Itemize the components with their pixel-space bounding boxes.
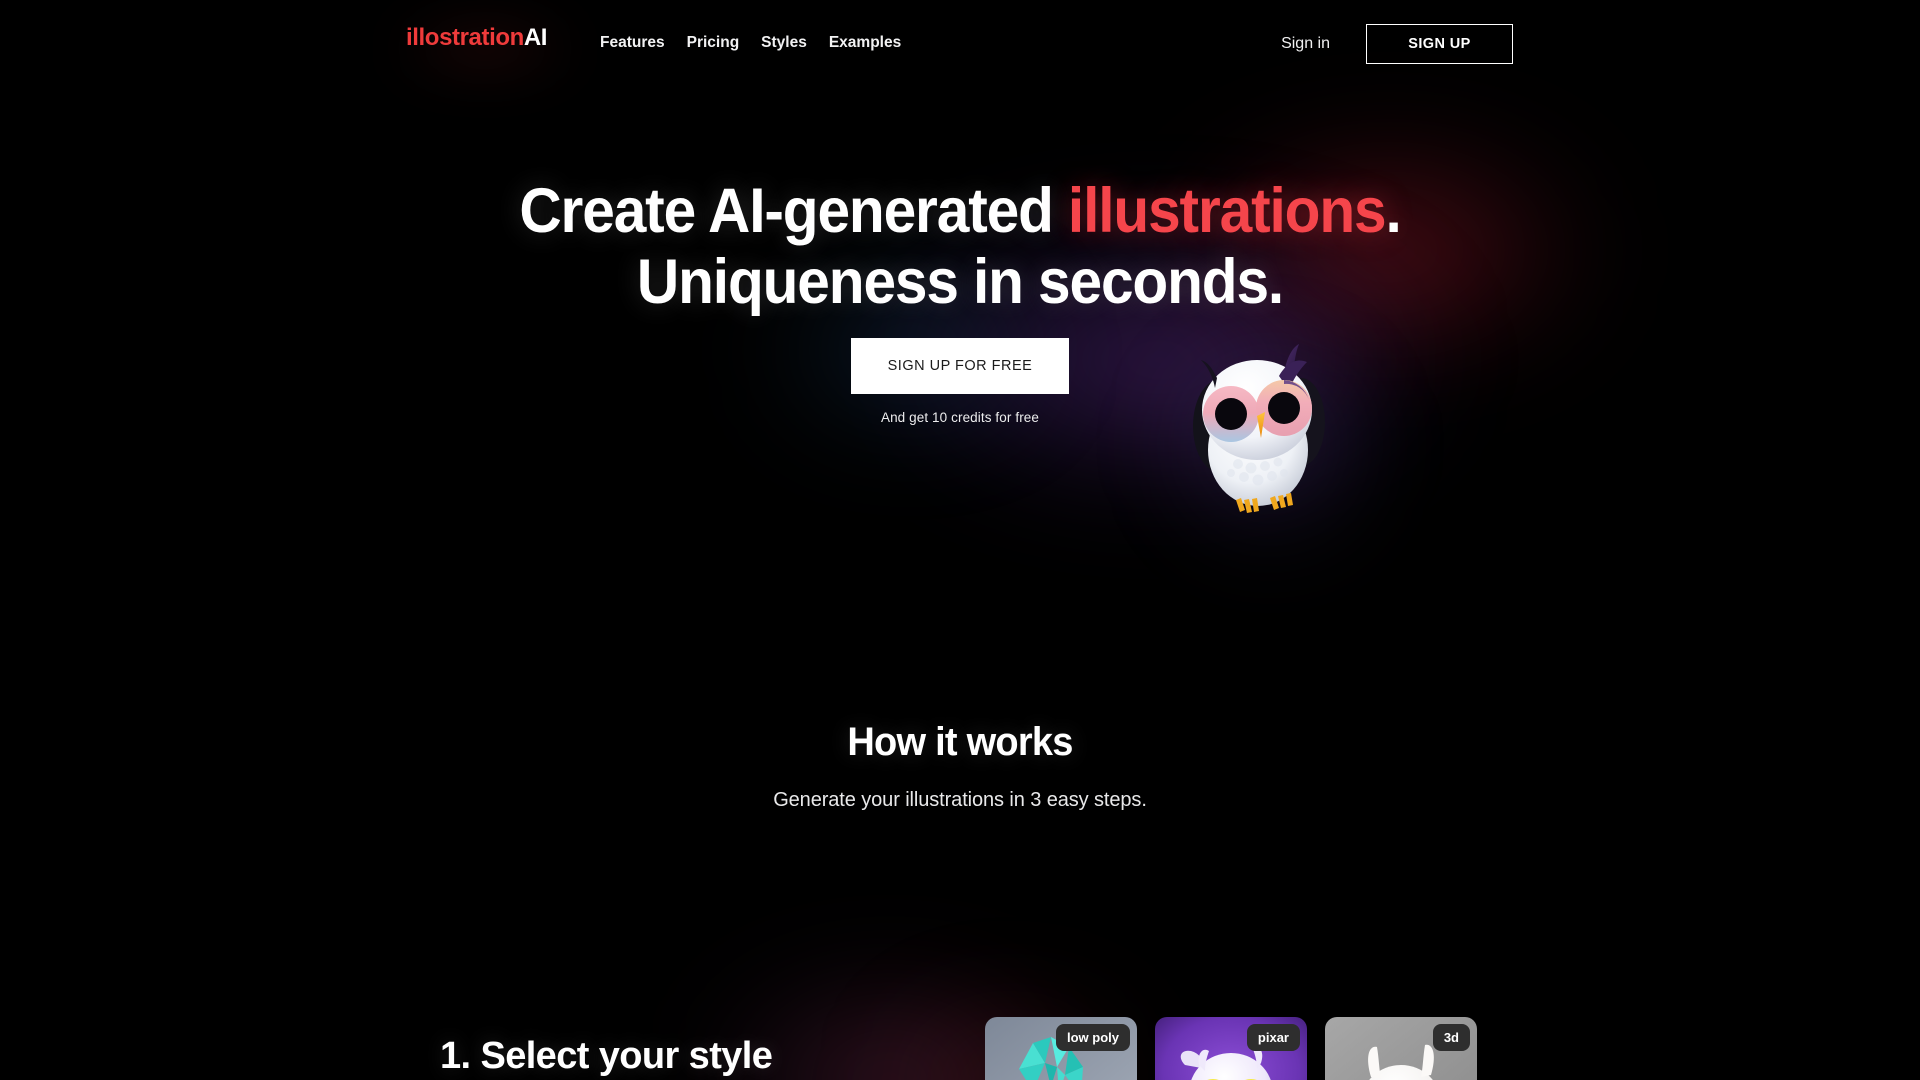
headline-accent-word: illustrations <box>1067 176 1387 246</box>
sign-in-link[interactable]: Sign in <box>1281 36 1330 52</box>
cta-subtext: And get 10 credits for free <box>880 410 1040 425</box>
how-it-works-title: How it works <box>847 720 1073 764</box>
brand-logo-primary: illostration <box>406 24 524 51</box>
style-card-badge-low-poly: low poly <box>1056 1024 1130 1051</box>
how-it-works-section: How it works Generate your illustrations… <box>0 720 1920 812</box>
step-one-heading: 1. Select your style <box>440 1035 773 1078</box>
style-card-low-poly[interactable]: low poly <box>985 1017 1137 1080</box>
style-card-badge-pixar: pixar <box>1246 1024 1300 1051</box>
headline-suffix: . <box>1385 176 1401 246</box>
sign-up-for-free-button[interactable]: SIGN UP FOR FREE <box>851 338 1069 394</box>
brand-logo-secondary: AI <box>523 24 548 51</box>
hero-cta-group: SIGN UP FOR FREE And get 10 credits for … <box>0 338 1920 425</box>
hero-headline: Create AI-generated illustrations. Uniqu… <box>67 180 1853 314</box>
nav-item-pricing[interactable]: Pricing <box>687 35 740 51</box>
brand-logo[interactable]: illostrationAI <box>406 26 547 50</box>
primary-nav: Features Pricing Styles Examples <box>600 35 901 51</box>
style-card-3d[interactable]: 3d <box>1325 1017 1477 1080</box>
nav-item-features[interactable]: Features <box>600 35 665 51</box>
nav-item-examples[interactable]: Examples <box>829 35 901 51</box>
style-card-list: low poly pixar 3d <box>985 1017 1477 1080</box>
how-it-works-subtitle: Generate your illustrations in 3 easy st… <box>773 789 1147 811</box>
sign-up-button[interactable]: SIGN UP <box>1366 24 1513 64</box>
auth-actions: Sign in SIGN UP <box>1281 24 1513 64</box>
headline-line-1: Create AI-generated illustrations. <box>519 176 1401 246</box>
style-card-pixar[interactable]: pixar <box>1155 1017 1307 1080</box>
headline-line-2: Uniqueness in seconds. <box>636 247 1284 317</box>
nav-item-styles[interactable]: Styles <box>761 35 807 51</box>
step-one-title: 1. Select your style <box>440 1035 773 1077</box>
style-card-badge-3d: 3d <box>1432 1024 1470 1051</box>
site-header: illostrationAI Features Pricing Styles E… <box>0 0 1920 74</box>
headline-prefix: Create AI-generated <box>519 176 1068 246</box>
owl-3d-illustration-icon <box>1183 338 1333 528</box>
landing-page: illostrationAI Features Pricing Styles E… <box>0 0 1920 1080</box>
